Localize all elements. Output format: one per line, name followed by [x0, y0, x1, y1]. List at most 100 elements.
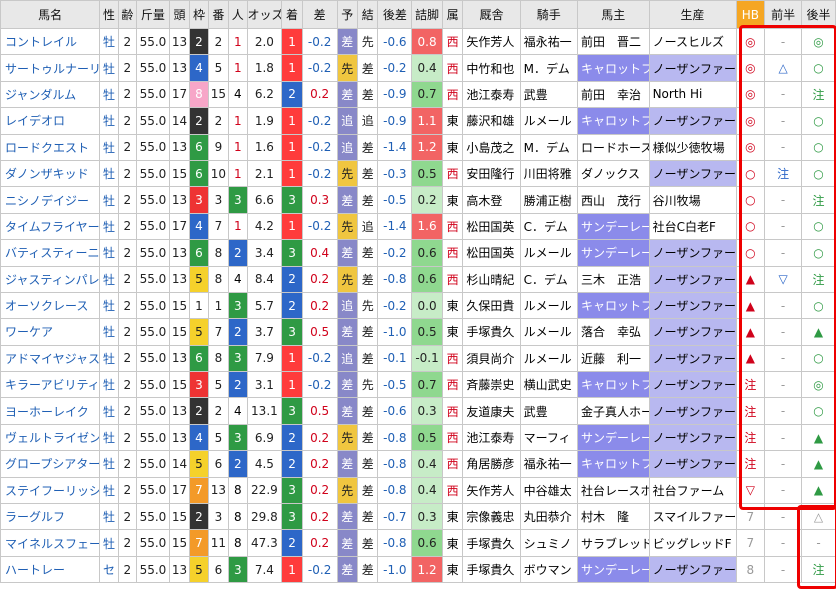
table-row[interactable]: マイネルスフェーン牡255.015711847.320.2差差-0.80.6東手… [0, 529, 836, 557]
cell-name[interactable]: マイネルスフェーン [0, 529, 101, 557]
cell-hb: ◎ [735, 107, 766, 135]
col-header-7[interactable]: 人 [228, 0, 248, 29]
cell-farm: ノーザンファーム [648, 265, 737, 293]
table-row[interactable]: ロードクエスト牡 2 55.0 13 6 9 1 1.6 1 -0.2 追差 -1.4 1.2 東小島茂之… [0, 133, 836, 161]
cell-age: 2 [117, 318, 138, 346]
cell-name[interactable]: ダノンザキッド [0, 159, 101, 188]
cell-zoku: 東 [441, 555, 464, 584]
cell-nin: 3 [228, 186, 248, 214]
cell-to: 13 [168, 54, 191, 82]
col-header-6[interactable]: 番 [207, 0, 230, 29]
table-row[interactable]: コントレイル牡 2 55.0 13 2 2 1 2.0 1 -0.2 差先 -0.6 0.8 西矢作芳人福… [0, 27, 836, 56]
table-row[interactable]: タイムフライヤー牡 2 55.0 17 4 7 1 4.2 1 -0.2 先追 -1.4 1.6 西松田国… [0, 212, 836, 241]
col-header-5[interactable]: 枠 [189, 0, 209, 29]
col-header-22[interactable]: 後半 [801, 0, 836, 29]
table-row[interactable]: レイデオロ牡 2 55.0 14 2 2 1 1.9 1 -0.2 追追 -0.9 1.1 東藤沢和雄 ルメ… [0, 107, 836, 135]
cell-ke: 追 [356, 107, 379, 135]
table-row[interactable]: ヴェルトライゼンデ牡255.0134536.920.2先差-0.80.5西池江泰… [0, 423, 836, 452]
table-row[interactable]: ジャンダルム牡 2 55.0 17 8 15 4 6.2 2 0.2 差差 -0.9 0.7 西池江泰寿武… [0, 80, 836, 109]
cell-name[interactable]: ジャスティンパレス [0, 265, 101, 293]
cell-name[interactable]: ラーグルフ [0, 503, 101, 531]
cell-kosa: -0.8 [377, 265, 413, 293]
col-header-4[interactable]: 頭 [168, 0, 191, 29]
col-header-8[interactable]: オッズ [246, 0, 283, 29]
col-header-9[interactable]: 着 [281, 0, 303, 29]
cell-ko: △ [801, 503, 836, 531]
cell-kin: 55.0 [136, 186, 170, 214]
cell-tsume: 1.2 [411, 133, 443, 161]
table-row[interactable]: キラーアビリティ牡 2 55.0 15 3 5 2 3.1 1 -0.2 差先 -0.5 0.7 西斉藤崇… [0, 371, 836, 399]
cell-name[interactable]: ヨーホーレイク [0, 397, 101, 425]
cell-hb: 注 [735, 450, 766, 478]
col-header-14[interactable]: 詰脚 [411, 0, 443, 29]
col-header-3[interactable]: 斤量 [136, 0, 170, 29]
cell-farm: 谷川牧場 [648, 186, 737, 214]
table-row[interactable]: グロープシアター牡 2 55.0 14 5 6 2 4.5 2 0.2 差差 -0.8 0.4 西角居勝彦… [0, 450, 836, 478]
cell-name[interactable]: サートゥルナーリア [0, 54, 101, 82]
cell-odds: 1.8 [246, 54, 283, 82]
cell-ke: 差 [356, 318, 379, 346]
cell-owner: 近藤 利一 [576, 344, 650, 373]
table-row[interactable]: ハートレーセ 2 55.0 13 5 6 3 7.4 1 -0.2 差差 -1.0 1.2 東手塚貴久 ボウ… [0, 555, 836, 584]
cell-ban: 8 [207, 239, 230, 267]
cell-zen: - [764, 423, 802, 452]
table-row[interactable]: ラーグルフ牡 2 55.0 15 2 3 8 29.8 3 0.2 差差 -0.7 0.3 東宗像義忠 丸田… [0, 503, 836, 531]
cell-odds: 5.7 [246, 291, 283, 320]
col-header-15[interactable]: 属 [441, 0, 464, 29]
table-row[interactable]: バティスティーニ牡 2 55.0 13 6 8 2 3.4 3 0.4 差差 -0.2 0.6 西松田国英… [0, 239, 836, 267]
col-header-10[interactable]: 差 [301, 0, 338, 29]
cell-name[interactable]: ワーケア [0, 318, 101, 346]
cell-yo: 先 [336, 159, 358, 188]
cell-chaku: 1 [281, 54, 303, 82]
col-header-19[interactable]: 生産 [648, 0, 737, 29]
table-row[interactable]: ヨーホーレイク牡 2 55.0 13 2 2 4 13.1 3 0.5 差差 -0.6 0.3 西友道康夫… [0, 397, 836, 425]
col-header-11[interactable]: 予 [336, 0, 358, 29]
cell-name[interactable]: ハートレー [0, 555, 101, 584]
cell-yo: 差 [336, 503, 358, 531]
col-header-13[interactable]: 後差 [377, 0, 413, 29]
table-row[interactable]: ニシノデイジー牡 2 55.0 13 3 3 3 6.6 3 0.3 差差 -0.5 0.2 東高木登 勝浦… [0, 186, 836, 214]
cell-to: 13 [168, 265, 191, 293]
cell-yo: 追 [336, 291, 358, 320]
table-row[interactable]: ワーケア牡 2 55.0 15 5 7 2 3.7 3 0.5 差差 -1.0 0.5 東手塚貴久 ルメール… [0, 318, 836, 346]
cell-name[interactable]: グロープシアター [0, 450, 101, 478]
cell-name[interactable]: ヴェルトライゼンデ [0, 423, 101, 452]
cell-name[interactable]: ジャンダルム [0, 80, 101, 109]
cell-to: 17 [168, 212, 191, 241]
table-row[interactable]: サートゥルナーリア牡255.0134511.81-0.2先差-0.20.4西中竹… [0, 54, 836, 82]
col-header-1[interactable]: 性 [99, 0, 119, 29]
cell-waku: 5 [189, 555, 209, 584]
col-header-17[interactable]: 騎手 [519, 0, 578, 29]
col-header-12[interactable]: 結 [356, 0, 379, 29]
cell-name[interactable]: アドマイヤジャスタ [0, 344, 101, 373]
col-header-16[interactable]: 厩舎 [462, 0, 521, 29]
table-row[interactable]: アドマイヤジャスタ牡255.0136837.91-0.2追差-0.1-0.1西須… [0, 344, 836, 373]
cell-name[interactable]: タイムフライヤー [0, 212, 101, 241]
col-header-2[interactable]: 齢 [117, 0, 138, 29]
table-row[interactable]: ダノンザキッド牡 2 55.0 15 6 10 1 2.1 1 -0.2 先差 -0.3 0.5 西安田隆… [0, 159, 836, 188]
cell-name[interactable]: オーソクレース [0, 291, 101, 320]
cell-hb: ◎ [735, 54, 766, 82]
col-header-21[interactable]: 前半 [764, 0, 802, 29]
col-header-0[interactable]: 馬名 [0, 0, 101, 29]
col-header-20[interactable]: HB [735, 0, 766, 29]
cell-tsume: 0.0 [411, 291, 443, 320]
cell-name[interactable]: ロードクエスト [0, 133, 101, 161]
cell-chaku: 1 [281, 371, 303, 399]
cell-name[interactable]: キラーアビリティ [0, 371, 101, 399]
col-header-18[interactable]: 馬主 [576, 0, 650, 29]
cell-name[interactable]: ステイフーリッシュ [0, 476, 101, 505]
table-row[interactable]: オーソクレース牡 2 55.0 15 1 1 3 5.7 2 0.2 追先 -0.2 0.0 東久保田貴ル… [0, 291, 836, 320]
cell-yo: 差 [336, 397, 358, 425]
cell-name[interactable]: バティスティーニ [0, 239, 101, 267]
cell-name[interactable]: ニシノデイジー [0, 186, 101, 214]
table-row[interactable]: ジャスティンパレス牡255.0135848.420.2先差-0.80.6西杉山晴… [0, 265, 836, 293]
cell-chaku: 1 [281, 107, 303, 135]
cell-name[interactable]: コントレイル [0, 27, 101, 56]
cell-name[interactable]: レイデオロ [0, 107, 101, 135]
cell-waku: 5 [189, 450, 209, 478]
cell-kin: 55.0 [136, 371, 170, 399]
cell-nin: 1 [228, 107, 248, 135]
cell-ko: 注 [801, 80, 836, 109]
table-row[interactable]: ステイフーリッシュ牡255.017713822.930.2先差-0.80.4西矢… [0, 476, 836, 505]
